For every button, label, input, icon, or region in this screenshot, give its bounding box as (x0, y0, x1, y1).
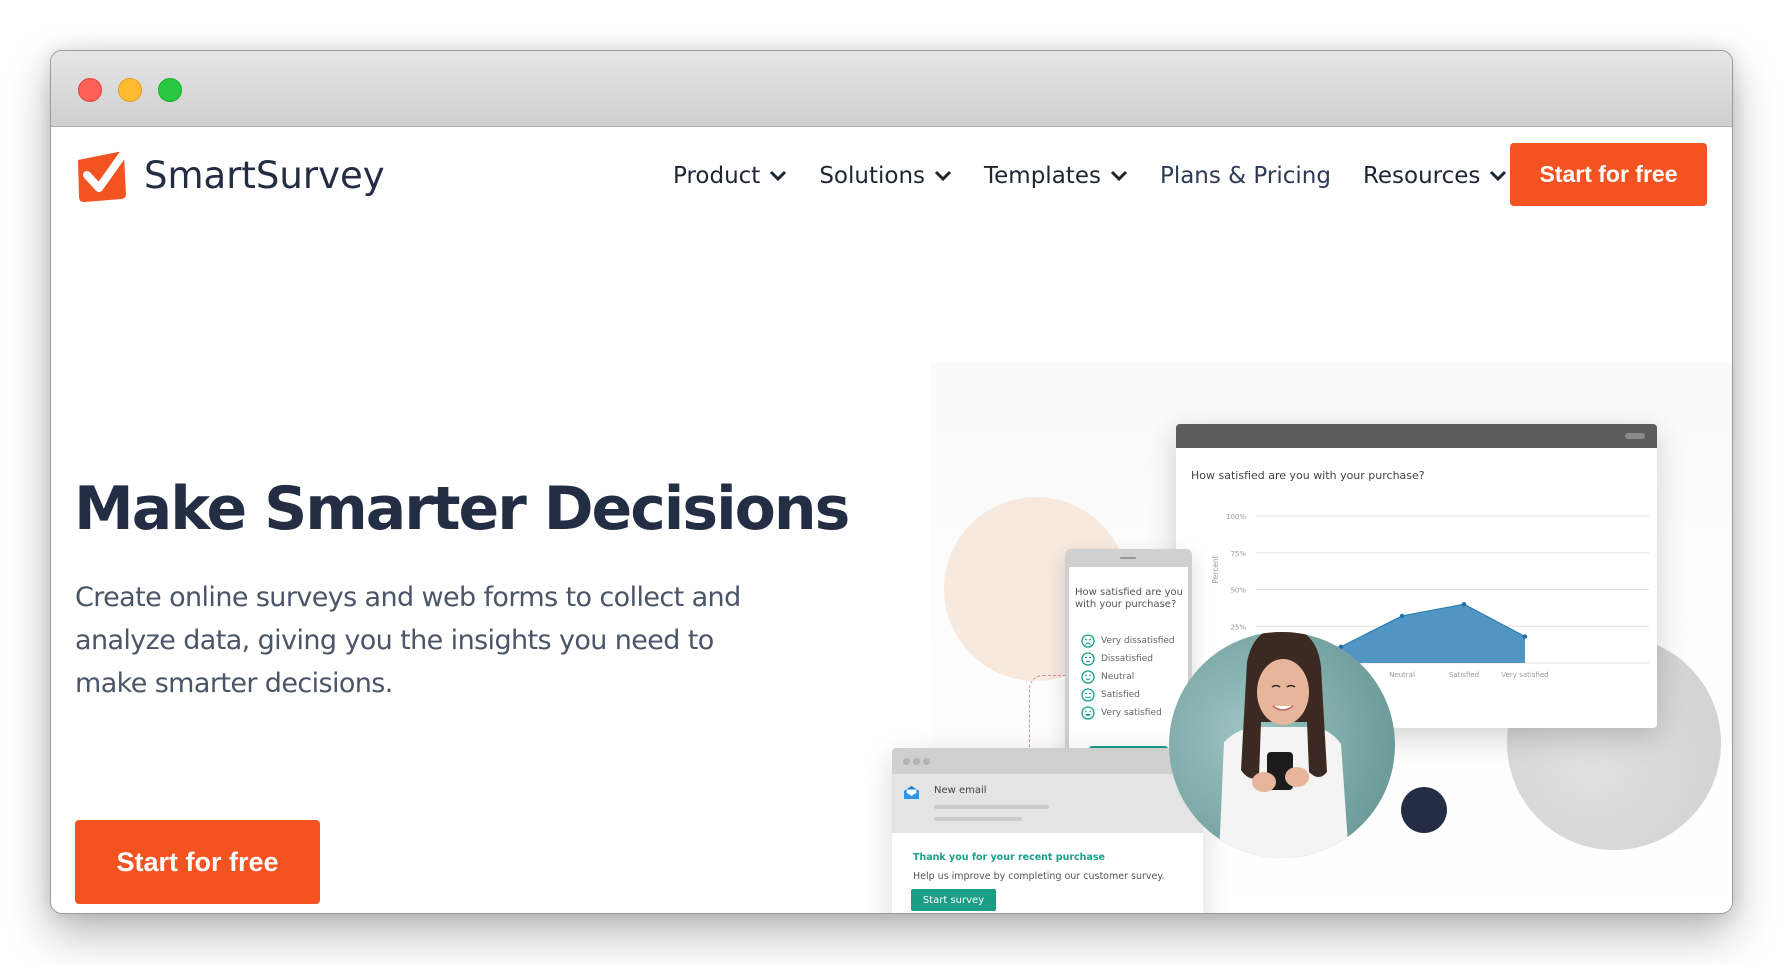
option-very-satisfied[interactable]: Very satisfied (1081, 706, 1162, 720)
option-label: Very satisfied (1101, 708, 1162, 718)
new-email-label: New email (934, 785, 987, 796)
x-tick-label: Satisfied (1449, 671, 1479, 679)
x-tick-label: Very satisfied (1501, 671, 1548, 679)
y-tick-label: 50% (1230, 587, 1246, 595)
data-point (1461, 602, 1467, 607)
nav-label: Solutions (819, 163, 926, 189)
open-envelope-icon (904, 786, 919, 799)
email-mockup: New email Thank you for your recent purc… (892, 748, 1203, 913)
face-sad-icon (1081, 652, 1095, 666)
close-window-button[interactable] (78, 78, 102, 102)
minimize-window-button[interactable] (118, 78, 142, 102)
email-inbox-row: New email (892, 774, 1203, 833)
face-grin-icon (1081, 706, 1095, 720)
nav-label: Resources (1362, 163, 1481, 189)
nav-label: Product (673, 163, 761, 189)
option-dissatisfied[interactable]: Dissatisfied (1081, 652, 1153, 666)
face-neutral-icon (1081, 670, 1095, 684)
option-label: Satisfied (1101, 690, 1140, 700)
face-very-sad-icon (1081, 634, 1095, 648)
email-window-bar (892, 748, 1203, 774)
brand-logo[interactable]: SmartSurvey (74, 148, 385, 202)
browser-window: SmartSurvey Product Solutions Templates … (50, 50, 1733, 914)
person-photo-circle (1169, 632, 1395, 858)
hero-title: Make Smarter Decisions (74, 474, 850, 544)
window-dot (903, 758, 910, 765)
brand-name: SmartSurvey (144, 153, 385, 197)
nav-plans-pricing[interactable]: Plans & Pricing (1160, 163, 1331, 189)
chevron-down-icon (1490, 170, 1507, 182)
placeholder-line (934, 805, 1049, 809)
data-point (1399, 613, 1405, 619)
option-neutral[interactable]: Neutral (1081, 670, 1134, 684)
nav-templates[interactable]: Templates (984, 163, 1128, 189)
start-survey-button[interactable]: Start survey (911, 889, 996, 911)
phone-question: How satisfied are you with your purchase… (1075, 587, 1183, 610)
nav-label: Plans & Pricing (1159, 163, 1331, 189)
option-label: Neutral (1101, 672, 1135, 682)
y-tick-label: 25% (1230, 623, 1246, 631)
y-tick-label: 75% (1230, 550, 1246, 558)
window-dot (913, 758, 920, 765)
nav-label: Templates (984, 163, 1101, 189)
data-point (1522, 634, 1528, 639)
maximize-window-button[interactable] (158, 78, 182, 102)
main-nav: Product Solutions Templates Plans & Pric… (673, 154, 1539, 198)
page: SmartSurvey Product Solutions Templates … (51, 128, 1732, 913)
checkbox-check-icon (78, 148, 130, 202)
dashed-connector (1029, 675, 1066, 748)
option-satisfied[interactable]: Satisfied (1081, 688, 1140, 702)
chevron-down-icon (770, 170, 787, 182)
placeholder-line (934, 817, 1022, 821)
x-tick-label: Neutral (1389, 671, 1415, 679)
option-label: Very dissatisfied (1101, 636, 1175, 646)
window-dot (923, 758, 930, 765)
option-label: Dissatisfied (1101, 654, 1153, 664)
chevron-down-icon (1110, 170, 1128, 182)
option-very-dissatisfied[interactable]: Very dissatisfied (1081, 634, 1175, 648)
nav-resources[interactable]: Resources (1363, 163, 1507, 189)
phone-speaker (1120, 557, 1136, 559)
nav-solutions[interactable]: Solutions (819, 163, 952, 189)
email-body: Help us improve by completing our custom… (913, 871, 1165, 882)
y-tick-label: 100% (1226, 513, 1246, 521)
title-bar (51, 51, 1732, 127)
face-smile-icon (1081, 688, 1095, 702)
start-for-free-hero-button[interactable]: Start for free (75, 820, 320, 904)
y-axis-label: Percent (1211, 555, 1220, 583)
hero-subtitle: Create online surveys and web forms to c… (75, 582, 741, 699)
email-title: Thank you for your recent purchase (913, 852, 1105, 863)
nav-product[interactable]: Product (673, 163, 787, 189)
chevron-down-icon (934, 170, 952, 182)
woman-with-phone-image (1219, 632, 1349, 858)
decorative-navy-dot (1401, 787, 1447, 833)
start-for-free-header-button[interactable]: Start for free (1510, 143, 1707, 206)
